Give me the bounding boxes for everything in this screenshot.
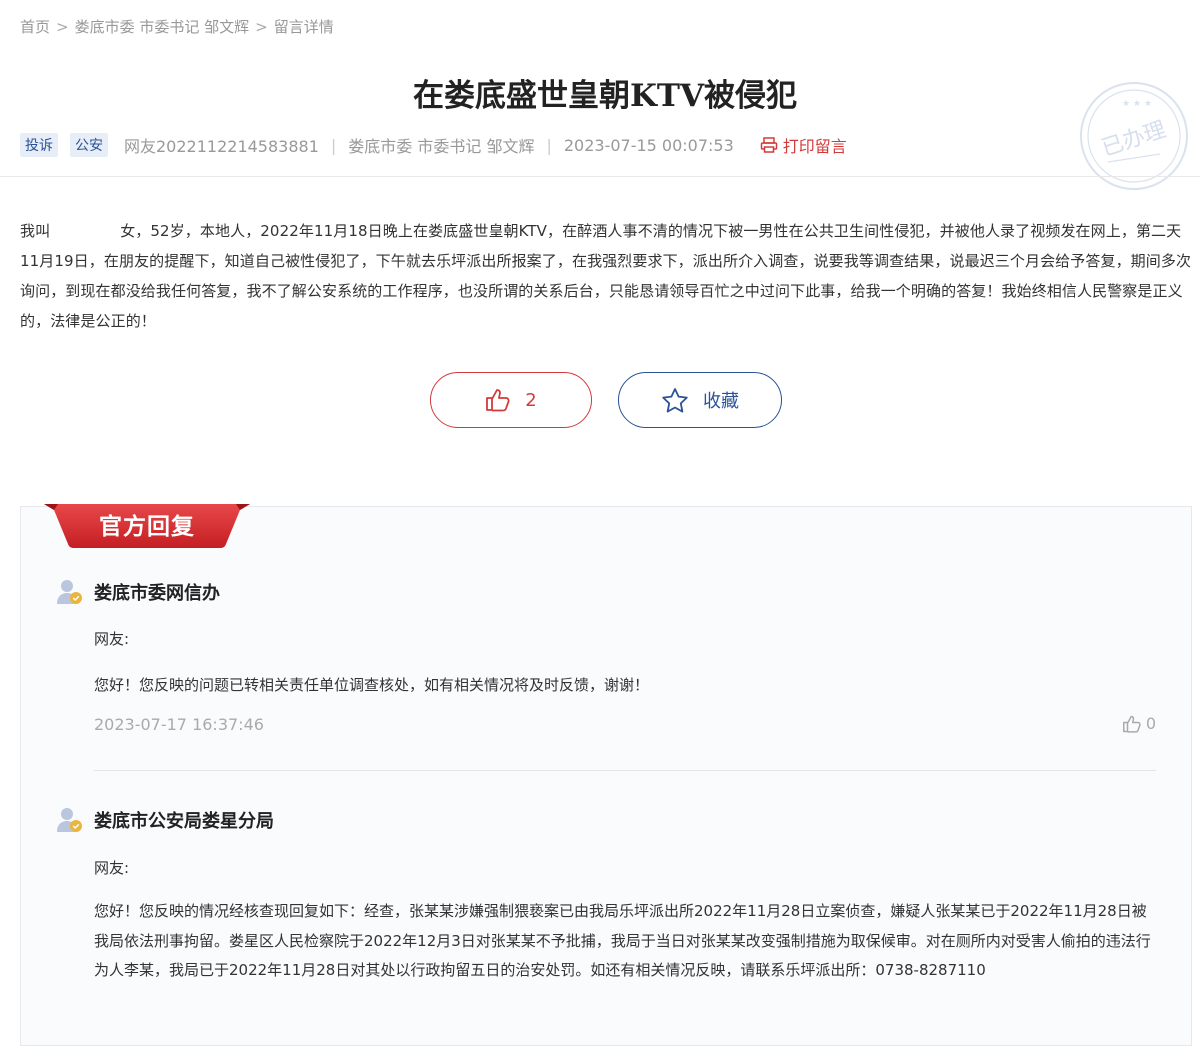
- message-meta: 投诉 公安 网友2022112214583881 | 娄底市委 市委书记 邹文辉…: [20, 132, 847, 158]
- reply-org-name: 娄底市公安局娄星分局: [94, 811, 274, 832]
- tag-complaint: 投诉: [20, 133, 58, 157]
- reply-date: 2023-07-17 16:37:46: [94, 715, 264, 734]
- meta-divider: |: [546, 135, 552, 155]
- breadcrumb-recipient[interactable]: 娄底市委 市委书记 邹文辉: [75, 16, 250, 37]
- breadcrumb-separator: >: [56, 17, 69, 36]
- tag-police: 公安: [70, 133, 108, 157]
- post-datetime: 2023-07-15 00:07:53: [563, 135, 734, 155]
- breadcrumb-current: 留言详情: [273, 18, 334, 36]
- reply-separator: [94, 770, 1156, 771]
- svg-text:★ ★ ★: ★ ★ ★: [1122, 99, 1152, 109]
- reply-text: 您好！您反映的问题已转相关责任单位调查核处，如有相关情况将及时反馈，谢谢！: [94, 676, 650, 694]
- print-label: 打印留言: [782, 137, 847, 156]
- breadcrumb: 首页 > 娄底市委 市委书记 邹文辉 > 留言详情: [20, 16, 334, 37]
- breadcrumb-home[interactable]: 首页: [20, 16, 50, 37]
- content-body: 女，52岁，本地人，2022年11月18日晚上在娄底盛世皇朝KTV，在醉酒人事不…: [20, 222, 1192, 330]
- redacted-name: [50, 216, 121, 246]
- reply-org-1: 娄底市委网信办: [56, 578, 220, 606]
- favorite-button[interactable]: 收藏: [618, 372, 782, 428]
- page-title: 在娄底盛世皇朝KTV被侵犯: [412, 78, 798, 114]
- stamp-text: 已办理: [1099, 117, 1170, 161]
- reply-org-name: 娄底市委网信办: [94, 583, 220, 604]
- reply-org-2: 娄底市公安局娄星分局: [56, 806, 274, 834]
- like-count: 2: [525, 389, 537, 411]
- official-user-icon: [57, 580, 82, 604]
- reply-like-button[interactable]: 0: [1122, 714, 1156, 733]
- header-divider: [0, 176, 1200, 177]
- reply-greeting: 网友:: [94, 859, 130, 877]
- favorite-label: 收藏: [703, 391, 739, 412]
- message-content: 我叫 女，52岁，本地人，2022年11月18日晚上在娄底盛世皇朝KTV，在醉酒…: [20, 216, 1192, 336]
- official-user-icon: [57, 808, 82, 832]
- breadcrumb-separator: >: [255, 17, 268, 36]
- meta-divider: |: [330, 135, 337, 155]
- reply-like-count: 0: [1145, 714, 1156, 733]
- thumbs-up-icon: [486, 389, 510, 412]
- author: 网友2022112214583881: [124, 137, 319, 156]
- reply-text: 您好！您反映的情况经核查现回复如下：经查，张某某涉嫌强制猥亵案已由我局乐坪派出所…: [94, 902, 1151, 979]
- print-button[interactable]: 打印留言: [760, 133, 847, 157]
- thumbs-up-icon: [1122, 715, 1141, 733]
- content-start: 我叫: [20, 222, 51, 240]
- like-button[interactable]: 2: [430, 372, 592, 428]
- recipient: 娄底市委 市委书记 邹文辉: [348, 137, 535, 156]
- reply-greeting: 网友:: [94, 630, 130, 648]
- printer-icon: [760, 137, 778, 153]
- star-icon: [662, 387, 688, 412]
- official-reply-heading: 官方回复: [99, 513, 195, 540]
